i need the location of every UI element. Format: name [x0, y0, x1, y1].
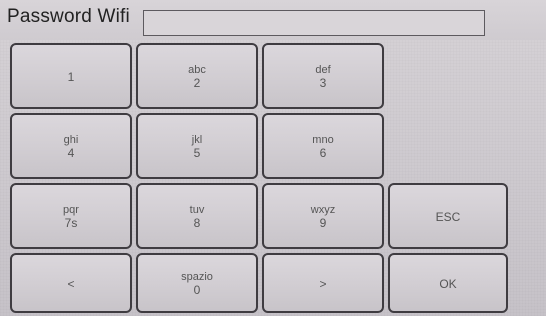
key-5-button[interactable]: jkl 5: [136, 113, 258, 179]
left-arrow-button[interactable]: <: [10, 253, 132, 313]
key-2-number: 2: [193, 75, 201, 90]
right-arrow-label: >: [319, 276, 327, 291]
key-8-letters: tuv: [189, 203, 205, 216]
esc-label: ESC: [435, 209, 461, 224]
key-2-button[interactable]: abc 2: [136, 43, 258, 109]
key-1-button[interactable]: 1: [10, 43, 132, 109]
key-8-number: 8: [193, 215, 201, 230]
key-7-number: 7s: [64, 215, 78, 230]
space-label: spazio: [181, 270, 213, 283]
key-9-number: 9: [319, 215, 327, 230]
key-5-number: 5: [193, 145, 201, 160]
key-3-number: 3: [319, 75, 327, 90]
header-bar: Password Wifi: [0, 0, 546, 40]
key-1-number: 1: [67, 69, 75, 84]
key-7-button[interactable]: pqr 7s: [10, 183, 132, 249]
key-6-button[interactable]: mno 6: [262, 113, 384, 179]
password-input[interactable]: [143, 10, 485, 36]
key-4-letters: ghi: [63, 133, 79, 146]
key-3-letters: def: [315, 63, 331, 76]
key-5-letters: jkl: [191, 133, 203, 146]
key-9-button[interactable]: wxyz 9: [262, 183, 384, 249]
key-8-button[interactable]: tuv 8: [136, 183, 258, 249]
left-arrow-label: <: [67, 276, 75, 291]
key-6-number: 6: [319, 145, 327, 160]
ok-label: OK: [439, 276, 457, 291]
page-title: Password Wifi: [7, 6, 130, 27]
key-4-number: 4: [67, 145, 75, 160]
key-2-letters: abc: [188, 63, 206, 76]
zero-label: 0: [193, 282, 201, 297]
wifi-password-screen: Password Wifi 1 abc 2 def 3 ghi 4 jkl 5 …: [0, 0, 546, 316]
key-6-letters: mno: [312, 133, 334, 146]
space-button[interactable]: spazio 0: [136, 253, 258, 313]
key-4-button[interactable]: ghi 4: [10, 113, 132, 179]
key-9-letters: wxyz: [310, 203, 336, 216]
right-arrow-button[interactable]: >: [262, 253, 384, 313]
key-7-letters: pqr: [63, 203, 79, 216]
key-3-button[interactable]: def 3: [262, 43, 384, 109]
ok-button[interactable]: OK: [388, 253, 508, 313]
esc-button[interactable]: ESC: [388, 183, 508, 249]
